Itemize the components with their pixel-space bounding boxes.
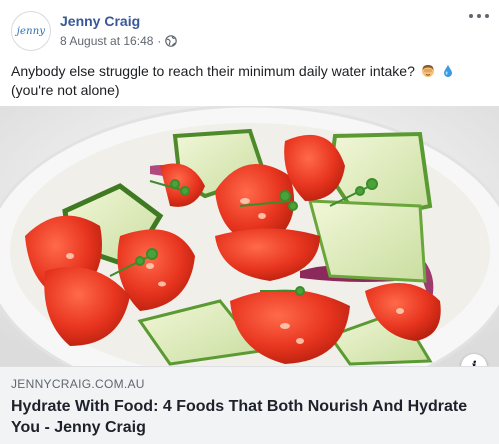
- globe-icon[interactable]: [165, 35, 178, 47]
- jenny-craig-logo: jenny: [16, 25, 46, 37]
- post-text-line1: Anybody else struggle to reach their min…: [11, 63, 415, 79]
- woman-facepalming-emoji: [421, 65, 434, 77]
- droplet-emoji: [443, 65, 452, 77]
- page-name-link[interactable]: Jenny Craig: [60, 13, 140, 29]
- post-header: jenny Jenny Craig 8 August at 16:48 ·: [0, 0, 499, 60]
- link-preview-card[interactable]: i JENNYCRAIG.COM.AU Hydrate With Food: 4…: [0, 106, 499, 444]
- salad-bowl-illustration: [0, 106, 499, 366]
- post-timestamp[interactable]: 8 August at 16:48: [60, 34, 153, 48]
- meta-separator: ·: [157, 34, 162, 48]
- post-message: Anybody else struggle to reach their min…: [11, 62, 489, 100]
- page-avatar[interactable]: jenny: [11, 11, 51, 51]
- link-domain: JENNYCRAIG.COM.AU: [11, 377, 145, 391]
- salad-bowl-image[interactable]: [0, 106, 499, 366]
- link-preview-footer[interactable]: JENNYCRAIG.COM.AU Hydrate With Food: 4 F…: [0, 366, 499, 444]
- post-meta: 8 August at 16:48 ·: [60, 34, 178, 48]
- link-title[interactable]: Hydrate With Food: 4 Foods That Both Nou…: [11, 396, 481, 438]
- ellipsis-icon[interactable]: [469, 10, 489, 22]
- post-text-line2: (you're not alone): [11, 82, 120, 98]
